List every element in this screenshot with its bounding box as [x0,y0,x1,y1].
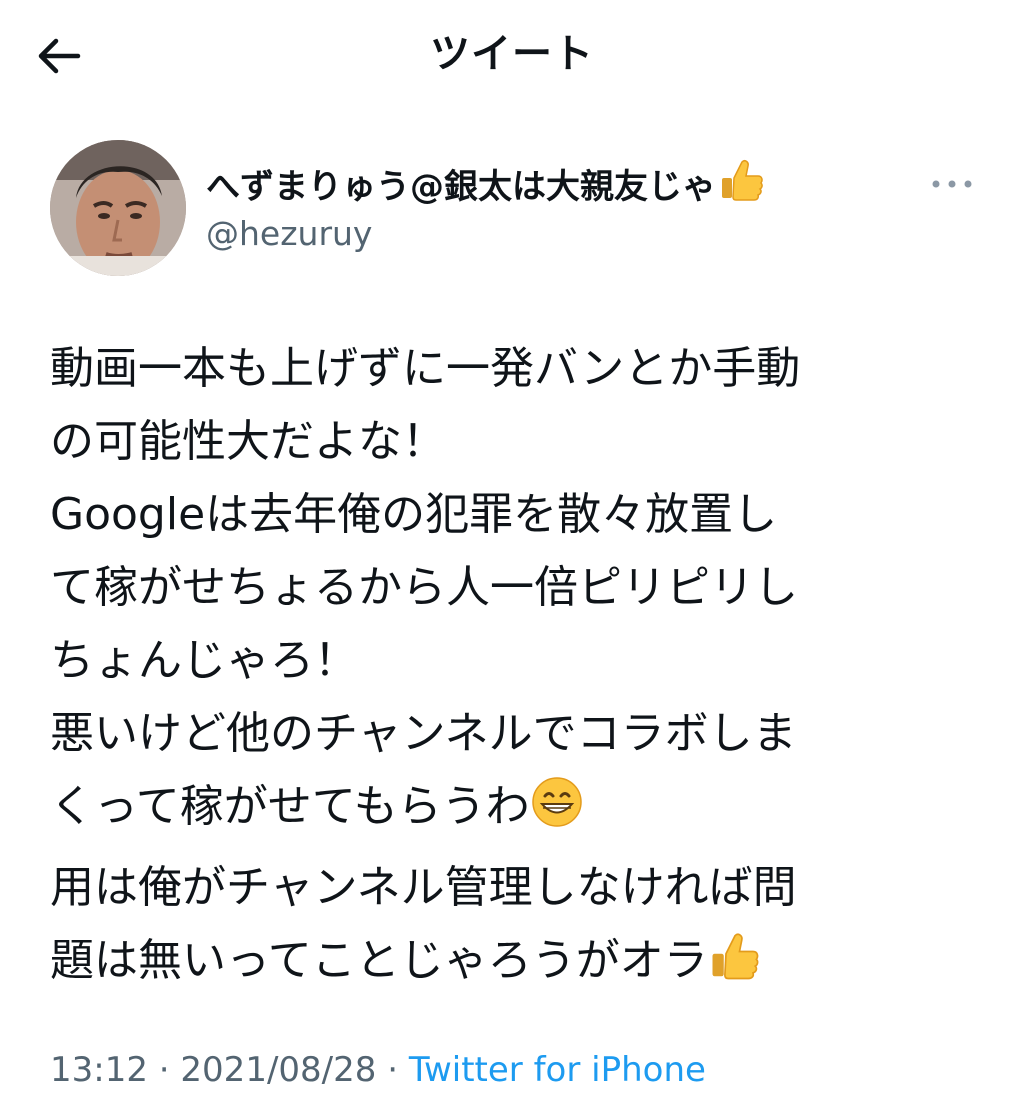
tweet-line: 題は無いってことじゃろうがオラ [50,935,708,986]
separator: · [387,1050,399,1090]
thumbs-up-icon [708,929,762,1005]
tweet-line: 動画一本も上げずに一発バンとか手動 [50,343,801,394]
tweet-text: 動画一本も上げずに一発バンとか手動 の可能性大だよな！ Googleは去年俺の犯罪を… [50,332,990,1005]
more-options-button[interactable] [928,166,976,202]
top-bar: ツイート [0,0,1024,110]
tweet-source-link[interactable]: Twitter for iPhone [409,1050,706,1090]
tweet-line: 用は俺がチャンネル管理しなければ問 [50,862,797,913]
avatar-photo [50,140,186,276]
tweet-line: の可能性大だよな！ [50,416,446,467]
author-name[interactable]: へずまりゅう@銀太は大親友じゃ [206,156,766,217]
author-handle[interactable]: @hezuruy [206,212,372,256]
grinning-face-icon [530,775,584,851]
separator: · [158,1050,170,1090]
ellipsis-icon [932,180,972,188]
tweet-line: 悪いけど他のチャンネルでコラボしま [50,708,797,759]
tweet-line-with-emoji: くって稼がせてもらうわ [50,770,990,851]
tweet-metadata: 13:12 · 2021/08/28 · Twitter for iPhone [50,1048,706,1092]
tweet-time: 13:12 [50,1050,148,1090]
page-title: ツイート [430,31,594,77]
tweet-line: Googleは去年俺の犯罪を散々放置し [50,489,778,540]
author-display-name: へずまりゅう@銀太は大親友じゃ [206,167,716,207]
tweet-line: て稼がせちょるから人一倍ピリピリし [50,562,798,613]
avatar[interactable] [50,140,186,276]
tweet-line: くって稼がせてもらうわ [50,781,530,832]
thumbs-up-icon [718,156,766,217]
tweet-date: 2021/08/28 [180,1050,377,1090]
tweet-line: ちょんじゃろ！ [50,635,358,686]
tweet-line-with-emoji: 題は無いってことじゃろうがオラ [50,924,990,1005]
tweet: へずまりゅう@銀太は大親友じゃ @hezuruy 動画一本も上げずに一発バンとか… [0,110,1024,1110]
